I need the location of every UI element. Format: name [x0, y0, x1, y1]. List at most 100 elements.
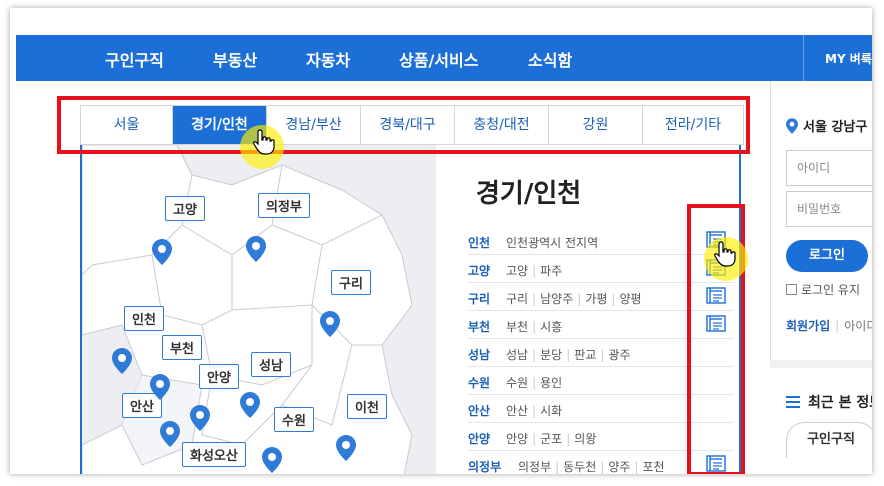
nav-divider	[803, 35, 804, 81]
hand-cursor-icon	[714, 241, 736, 267]
recent-tab-jobs[interactable]: 구인구직	[786, 422, 872, 458]
id-field[interactable]: 아이디	[786, 150, 872, 186]
region-sub-link[interactable]: 군포	[540, 432, 562, 446]
map-label-hwaseong-osan[interactable]: 화성오산	[182, 442, 246, 467]
keep-login-checkbox[interactable]: 로그인 유지	[786, 281, 860, 298]
map-pin-icon[interactable]	[152, 239, 172, 265]
region-sub-link[interactable]: 분당	[540, 348, 562, 362]
find-id-link[interactable]: 아이디	[844, 319, 872, 333]
region-sub-link[interactable]: 부천	[506, 320, 528, 334]
nav-my-link[interactable]: MY 벼룩	[825, 50, 872, 67]
region-sub-link[interactable]: 의정부	[518, 460, 551, 474]
map-pin-icon[interactable]	[190, 405, 210, 431]
separator: |	[555, 460, 560, 474]
region-sub-link[interactable]: 동두천	[563, 460, 596, 474]
top-navigation: 구인구직 부동산 자동차 상품/서비스 소식함 MY 벼룩	[16, 35, 872, 81]
region-sub-list: 부천 | 시흥	[506, 318, 562, 335]
region-name-link[interactable]: 고양	[468, 262, 490, 279]
location-indicator[interactable]: 서울 강남구	[786, 116, 867, 135]
map-pin-icon[interactable]	[240, 392, 260, 418]
password-field[interactable]: 비밀번호	[786, 191, 872, 227]
account-links: 회원가입 | 아이디	[786, 317, 872, 334]
region-sub-link[interactable]: 양평	[619, 292, 641, 306]
hand-cursor-icon	[253, 129, 275, 155]
map-pin-icon[interactable]	[262, 447, 282, 473]
region-name-link[interactable]: 의정부	[468, 458, 501, 474]
map-label-incheon[interactable]: 인천	[124, 306, 164, 331]
separator: |	[577, 292, 582, 306]
separator: |	[532, 264, 537, 278]
map-pin-icon[interactable]	[150, 374, 170, 400]
region-name-link[interactable]: 성남	[468, 346, 490, 363]
region-sub-link[interactable]: 수원	[506, 376, 528, 390]
recent-viewed-title: 최근 본 정보	[786, 392, 872, 412]
map-label-suwon[interactable]: 수원	[274, 407, 314, 432]
region-sub-link[interactable]: 시흥	[540, 320, 562, 334]
region-sub-link[interactable]: 파주	[540, 264, 562, 278]
region-sub-link[interactable]: 구리	[506, 292, 528, 306]
separator: |	[611, 292, 616, 306]
checkbox-icon[interactable]	[786, 284, 797, 295]
location-text: 서울 강남구	[803, 120, 868, 135]
region-title: 경기/인천	[476, 179, 582, 209]
map-pin-icon[interactable]	[112, 348, 132, 374]
map-pin-icon[interactable]	[336, 435, 356, 461]
region-name-link[interactable]: 안양	[468, 430, 490, 447]
map-label-icheon[interactable]: 이천	[347, 394, 387, 419]
separator: |	[600, 460, 605, 474]
region-sub-link[interactable]: 용인	[540, 376, 562, 390]
nav-item-cars[interactable]: 자동차	[306, 47, 350, 71]
region-sub-link[interactable]: 인천광역시 전지역	[506, 236, 598, 250]
nav-item-real-estate[interactable]: 부동산	[213, 47, 257, 71]
region-name-link[interactable]: 인천	[468, 234, 490, 251]
region-sub-link[interactable]: 포천	[642, 460, 664, 474]
region-sub-link[interactable]: 광주	[608, 348, 630, 362]
map-label-guri[interactable]: 구리	[331, 270, 371, 295]
region-sub-link[interactable]: 시화	[540, 404, 562, 418]
map-label-bucheon[interactable]: 부천	[162, 335, 202, 360]
region-sub-list: 수원 | 용인	[506, 374, 562, 391]
region-name-link[interactable]: 수원	[468, 374, 490, 391]
separator: |	[566, 348, 571, 362]
map-pin-icon[interactable]	[320, 311, 340, 337]
browser-window: 구인구직 부동산 자동차 상품/서비스 소식함 MY 벼룩 서울 경기/인천 경…	[10, 8, 872, 474]
region-sub-link[interactable]: 안양	[506, 432, 528, 446]
region-name-link[interactable]: 구리	[468, 290, 490, 307]
region-sub-list: 구리 | 남양주 | 가평 | 양평	[506, 290, 642, 307]
location-pin-icon	[786, 118, 798, 134]
join-link[interactable]: 회원가입	[786, 319, 830, 333]
region-name-link[interactable]: 안산	[468, 402, 490, 419]
nav-item-products[interactable]: 상품/서비스	[399, 47, 478, 71]
region-sub-link[interactable]: 안산	[506, 404, 528, 418]
separator: |	[532, 292, 537, 306]
separator: |	[634, 460, 639, 474]
login-button[interactable]: 로그인	[786, 240, 868, 272]
nav-item-news[interactable]: 소식함	[528, 47, 572, 71]
map-pin-icon[interactable]	[246, 236, 266, 262]
separator: |	[532, 320, 537, 334]
region-name-link[interactable]: 부천	[468, 318, 490, 335]
highlight-box-tabs	[57, 96, 750, 154]
keep-login-label: 로그인 유지	[801, 283, 861, 297]
region-sub-link[interactable]: 판교	[574, 348, 596, 362]
separator: |	[532, 404, 537, 418]
separator: |	[532, 348, 537, 362]
region-content-panel: 고양 의정부 구리 인천 부천 안양 성남 안산 수원 이천 화성오산 경기/인…	[80, 145, 741, 474]
map-label-seongnam[interactable]: 성남	[251, 352, 291, 377]
separator: |	[600, 348, 605, 362]
map-label-uijeongbu[interactable]: 의정부	[258, 193, 310, 218]
region-sub-link[interactable]: 남양주	[540, 292, 573, 306]
recent-title-text: 최근 본 정보	[808, 395, 872, 411]
region-sub-link[interactable]: 가평	[585, 292, 607, 306]
region-sub-link[interactable]: 고양	[506, 264, 528, 278]
sidebar-divider	[770, 81, 771, 361]
map-label-goyang[interactable]: 고양	[165, 196, 205, 221]
menu-lines-icon	[786, 396, 800, 408]
region-map: 고양 의정부 구리 인천 부천 안양 성남 안산 수원 이천 화성오산	[82, 145, 436, 474]
region-sub-link[interactable]: 성남	[506, 348, 528, 362]
region-sub-link[interactable]: 양주	[608, 460, 630, 474]
map-pin-icon[interactable]	[160, 421, 180, 447]
nav-item-jobs[interactable]: 구인구직	[105, 47, 164, 71]
region-sub-link[interactable]: 의왕	[574, 432, 596, 446]
map-label-anyang[interactable]: 안양	[199, 364, 239, 389]
